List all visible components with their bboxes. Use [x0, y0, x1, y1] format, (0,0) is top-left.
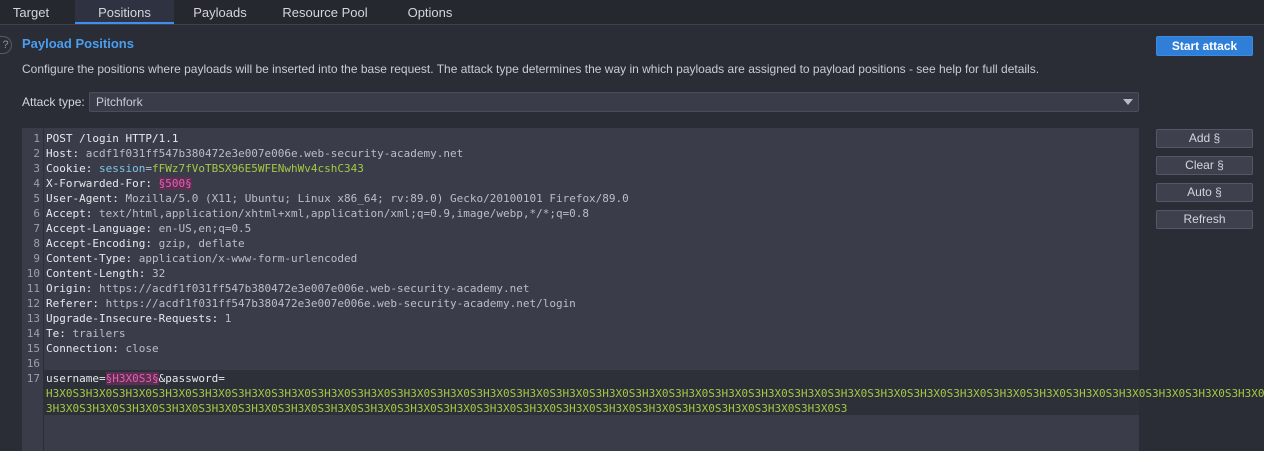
- clear-markers-button[interactable]: Clear §: [1156, 156, 1253, 175]
- header-user-agent: User-Agent: Mozilla/5.0 (X11; Ubuntu; Li…: [46, 192, 629, 205]
- payload-position-marker[interactable]: §H3X0S3§: [105, 372, 159, 385]
- line-number: 16: [26, 357, 40, 370]
- header-accept-encoding: Accept-Encoding: gzip, deflate: [46, 237, 245, 250]
- header-connection: Connection: close: [46, 342, 159, 355]
- request-body-wrap: H3X0S3H3X0S3H3X0S3H3X0S3H3X0S3H3X0S3H3X0…: [46, 387, 1264, 400]
- header-referer: Referer: https://acdf1f031ff547b380472e3…: [46, 297, 576, 310]
- tab-positions[interactable]: Positions: [75, 0, 174, 24]
- line-number: 3: [33, 162, 40, 175]
- line-number: 7: [33, 222, 40, 235]
- line-number: 15: [26, 342, 40, 355]
- header-content-type: Content-Type: application/x-www-form-url…: [46, 252, 358, 265]
- line-number: 11: [26, 282, 40, 295]
- request-line: POST /login HTTP/1.1: [46, 132, 179, 145]
- header-accept-language: Accept-Language: en-US,en;q=0.5: [46, 222, 252, 235]
- line-number: 8: [33, 237, 40, 250]
- line-number: 5: [33, 192, 40, 205]
- header-origin: Origin: https://acdf1f031ff547b380472e3e…: [46, 282, 530, 295]
- tab-payloads[interactable]: Payloads: [180, 0, 260, 25]
- header-host: Host: acdf1f031ff547b380472e3e007e006e.w…: [46, 147, 464, 160]
- header-x-forwarded-for: X-Forwarded-For: §500§: [46, 177, 192, 190]
- chevron-down-icon: [1123, 99, 1133, 105]
- request-editor[interactable]: 1 2 3 4 5 6 7 8 9 10 11 12 13 14 15 16 1…: [22, 128, 1264, 451]
- header-upgrade-insecure-requests: Upgrade-Insecure-Requests: 1: [46, 312, 232, 325]
- refresh-button[interactable]: Refresh: [1156, 210, 1253, 229]
- line-number: 2: [33, 147, 40, 160]
- payload-position-marker[interactable]: §500§: [158, 177, 192, 190]
- line-number: 6: [33, 207, 40, 220]
- line-number: 12: [26, 297, 40, 310]
- attack-type-select[interactable]: Pitchfork: [89, 92, 1139, 112]
- request-body: username=§H3X0S3§&password=: [46, 372, 225, 385]
- header-te: Te: trailers: [46, 327, 126, 340]
- line-number: 9: [33, 252, 40, 265]
- request-body-wrap: 3H3X0S3H3X0S3H3X0S3H3X0S3H3X0S3H3X0S3H3X…: [46, 402, 848, 415]
- line-number: 1: [33, 132, 40, 145]
- line-number: 14: [26, 327, 40, 340]
- tab-bar: Target Positions Payloads Resource Pool …: [0, 0, 1264, 25]
- attack-type-value: Pitchfork: [96, 95, 143, 109]
- auto-markers-button[interactable]: Auto §: [1156, 183, 1253, 202]
- header-accept: Accept: text/html,application/xhtml+xml,…: [46, 207, 590, 220]
- start-attack-button[interactable]: Start attack: [1156, 36, 1253, 56]
- add-marker-button[interactable]: Add §: [1156, 129, 1253, 148]
- line-number-gutter: 1 2 3 4 5 6 7 8 9 10 11 12 13 14 15 16 1…: [22, 128, 44, 451]
- line-number: 13: [26, 312, 40, 325]
- tab-target[interactable]: Target: [0, 0, 62, 25]
- tab-options[interactable]: Options: [392, 0, 468, 25]
- header-cookie: Cookie: session=fFWz7fVoTBSX96E5WFENwhWv…: [46, 162, 364, 175]
- attack-type-label: Attack type:: [22, 95, 85, 109]
- line-number: 17: [26, 372, 40, 385]
- section-title: Payload Positions: [22, 36, 134, 51]
- header-content-length: Content-Length: 32: [46, 267, 166, 280]
- line-number: 4: [33, 177, 40, 190]
- help-icon[interactable]: ?: [0, 36, 12, 54]
- line-number: 10: [26, 267, 40, 280]
- section-description: Configure the positions where payloads w…: [22, 62, 1040, 76]
- tab-resource-pool[interactable]: Resource Pool: [272, 0, 378, 25]
